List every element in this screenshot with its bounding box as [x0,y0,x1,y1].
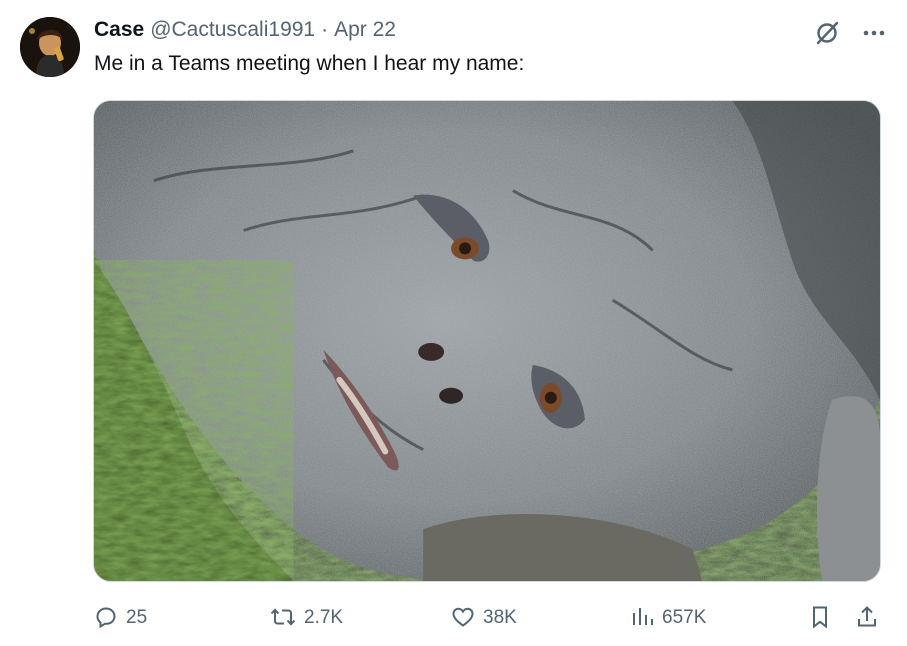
post-date[interactable]: Apr 22 [334,18,396,42]
repost-icon [270,605,296,629]
repost-button[interactable]: 2.7K [270,600,343,634]
more-icon[interactable] [863,29,885,37]
heart-icon [451,605,475,629]
views-button[interactable]: 657K [632,600,706,634]
display-name[interactable]: Case [94,18,144,42]
post-top-icons [815,20,885,46]
separator: · [321,18,329,41]
reply-button[interactable]: 25 [94,600,147,634]
share-button[interactable] [856,600,878,634]
user-handle[interactable]: @Cactuscali1991 [150,18,315,42]
views-icon [632,605,654,629]
grok-icon[interactable] [815,20,841,46]
post-header: Case @Cactuscali1991 · Apr 22 [94,18,396,46]
share-icon [856,605,878,629]
reply-count: 25 [126,606,148,628]
views-count: 657K [662,606,707,628]
like-count: 38K [483,606,517,628]
reply-icon [94,605,118,629]
bookmark-button[interactable] [809,600,831,634]
post-text: Me in a Teams meeting when I hear my nam… [94,52,525,75]
avatar[interactable] [20,17,80,77]
tweet: Case @Cactuscali1991 · Apr 22 Me in a Te… [0,0,907,646]
action-bar: 25 2.7K 38K 657K [94,600,882,634]
bookmark-icon [809,605,831,629]
like-button[interactable]: 38K [451,600,517,634]
post-image[interactable] [93,100,881,582]
repost-count: 2.7K [304,606,344,628]
